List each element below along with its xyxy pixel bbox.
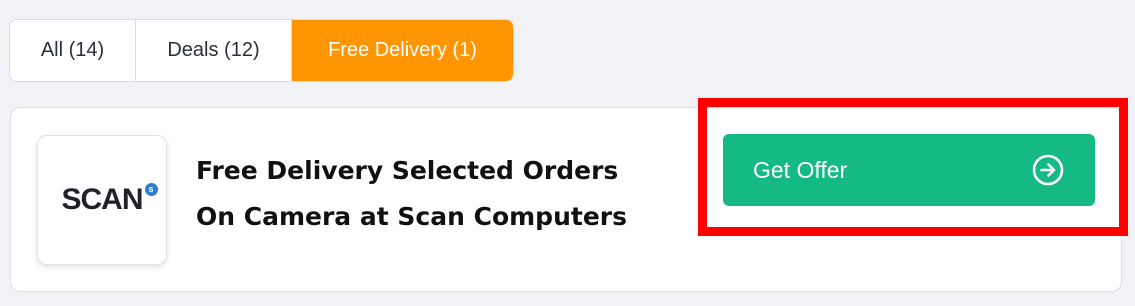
arrow-circle-right-icon — [1032, 154, 1064, 186]
get-offer-label: Get Offer — [753, 156, 848, 183]
tab-deals[interactable]: Deals (12) — [136, 20, 292, 81]
offer-title-line1: Free Delivery Selected Orders — [196, 156, 619, 185]
logo-badge: s — [144, 183, 158, 196]
offer-title-line2: On Camera at Scan Computers — [196, 202, 627, 231]
tab-free-delivery[interactable]: Free Delivery (1) — [292, 20, 513, 81]
store-logo[interactable]: SCAN s — [37, 135, 167, 265]
offer-title[interactable]: Free Delivery Selected Orders On Camera … — [196, 148, 676, 240]
filter-tabs: All (14) Deals (12) Free Delivery (1) — [9, 19, 514, 82]
logo-text: SCAN s — [61, 183, 158, 217]
tab-all[interactable]: All (14) — [10, 20, 136, 81]
logo-wordmark: SCAN — [61, 183, 143, 216]
get-offer-button[interactable]: Get Offer — [723, 134, 1095, 206]
